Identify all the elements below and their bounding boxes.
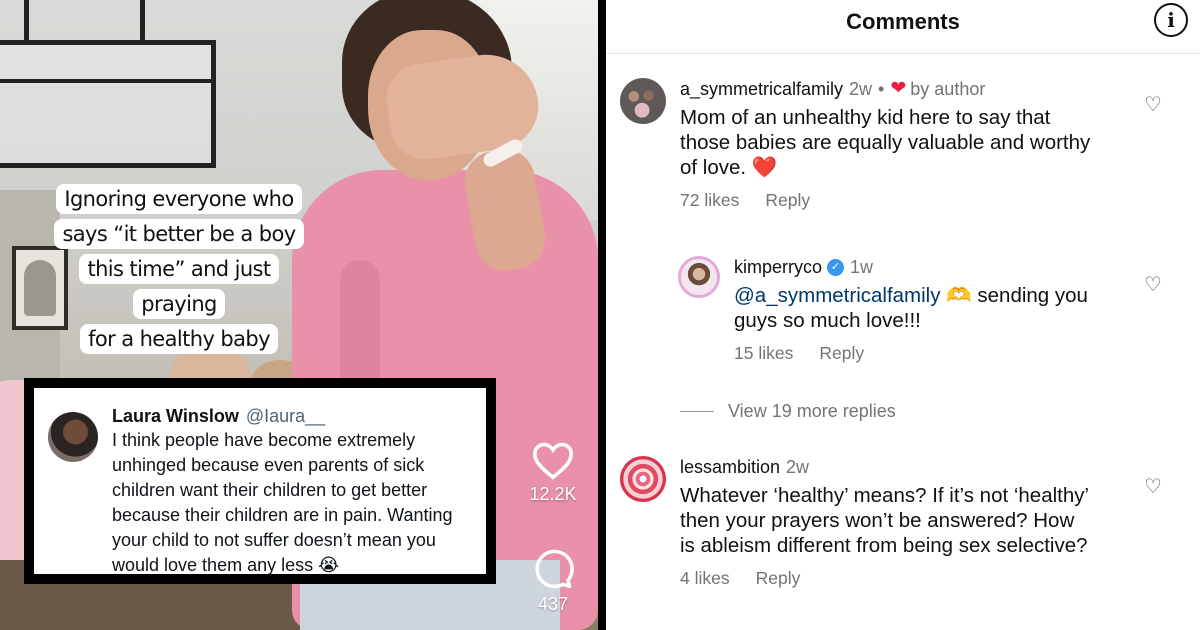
comment-item: lessambition 2w Whatever ‘healthy’ means…: [620, 456, 1090, 589]
view-more-replies-button[interactable]: View 19 more replies: [680, 401, 896, 422]
comment-like-heart-icon[interactable]: ♡: [1144, 272, 1162, 297]
comment-username[interactable]: a_symmetricalfamily: [680, 78, 843, 100]
comment-text: Mom of an unhealthy kid here to say that…: [680, 106, 1091, 179]
liked-by-author-label: by author: [910, 79, 986, 99]
verified-badge-icon: ✓: [827, 258, 845, 276]
avatar[interactable]: [620, 78, 666, 124]
tweet-author-name: Laura Winslow: [112, 406, 239, 426]
tweet-card: Laura Winslow @Iaura__ I think people ha…: [24, 378, 496, 584]
comment-likes-count[interactable]: 4 likes: [680, 568, 730, 589]
comment-timestamp: 2w: [849, 79, 873, 99]
video-frame: Ignoring everyone who says “it better be…: [0, 0, 598, 630]
divider: [598, 0, 606, 630]
comment-like-heart-icon[interactable]: ♡: [1144, 92, 1162, 117]
comment-timestamp: 2w: [786, 457, 810, 477]
comment-likes-count[interactable]: 72 likes: [680, 190, 739, 211]
avatar: [48, 412, 98, 462]
comment-username[interactable]: kimperryco: [734, 256, 822, 278]
reply-button[interactable]: Reply: [765, 190, 810, 211]
comment-like-heart-icon[interactable]: ♡: [1144, 474, 1162, 499]
tweet-text: I think people have become extremely unh…: [112, 430, 453, 575]
info-icon[interactable]: i: [1154, 3, 1188, 37]
tweet-author-handle: @Iaura__: [245, 406, 326, 426]
comment-text: Whatever ‘healthy’ means? If it’s not ‘h…: [680, 484, 1089, 557]
like-count: 12.2K: [529, 484, 577, 504]
comment-username[interactable]: lessambition: [680, 456, 780, 478]
page-title: Comments: [846, 9, 960, 34]
reply-button[interactable]: Reply: [756, 568, 801, 589]
comment-count: 437: [537, 594, 569, 614]
comment-reply-item: kimperryco ✓ 1w @a_symmetricalfamily 🫶 s…: [678, 256, 1094, 364]
comment-button[interactable]: 437: [522, 548, 584, 615]
comment-bubble-icon: [535, 549, 574, 589]
comment-timestamp: 1w: [850, 257, 874, 277]
chandelier: [0, 40, 216, 168]
comment-item: a_symmetricalfamily 2w • ❤ by author Mom…: [620, 78, 1100, 211]
heart-outline-icon: [532, 442, 574, 480]
reply-button[interactable]: Reply: [819, 343, 864, 364]
video-caption-overlay: Ignoring everyone who says “it better be…: [52, 182, 306, 357]
avatar[interactable]: [678, 256, 720, 298]
like-button[interactable]: 12.2K: [522, 440, 584, 505]
comment-likes-count[interactable]: 15 likes: [734, 343, 793, 364]
mention-link[interactable]: @a_symmetricalfamily: [734, 284, 940, 307]
comments-header: Comments i: [606, 0, 1200, 54]
avatar[interactable]: [620, 456, 666, 502]
heart-filled-icon: ❤: [890, 78, 907, 99]
